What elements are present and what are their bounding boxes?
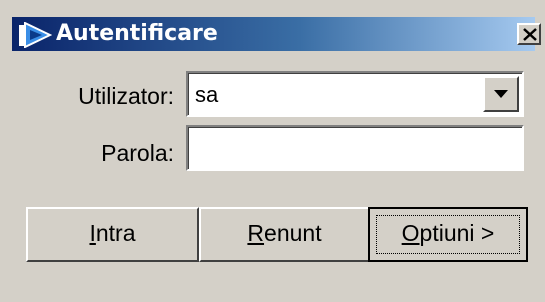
login-dialog: Autentificare Utilizator: sa Parola: Int… (0, 0, 545, 302)
user-dropdown-button[interactable] (483, 76, 519, 112)
user-label: Utilizator: (78, 83, 174, 109)
optiuni-label: ptiuni > (419, 220, 495, 246)
renunt-mnemonic: R (247, 220, 265, 246)
password-field-frame (186, 125, 524, 171)
renunt-label: enunt (264, 220, 322, 246)
close-button[interactable] (517, 23, 541, 45)
arrow-play-icon (18, 21, 53, 49)
optiuni-mnemonic: O (401, 220, 420, 246)
password-label: Parola: (101, 140, 174, 166)
intra-button[interactable]: Intra (26, 207, 199, 262)
optiuni-button[interactable]: Optiuni > (368, 207, 528, 262)
renunt-button[interactable]: Renunt (199, 207, 370, 262)
intra-label: ntra (95, 220, 136, 246)
user-combo[interactable]: sa (186, 71, 524, 117)
password-input[interactable] (191, 130, 517, 166)
window-title: Autentificare (56, 21, 218, 46)
title-bar[interactable]: Autentificare (12, 17, 541, 51)
user-combo-value[interactable]: sa (195, 81, 218, 109)
